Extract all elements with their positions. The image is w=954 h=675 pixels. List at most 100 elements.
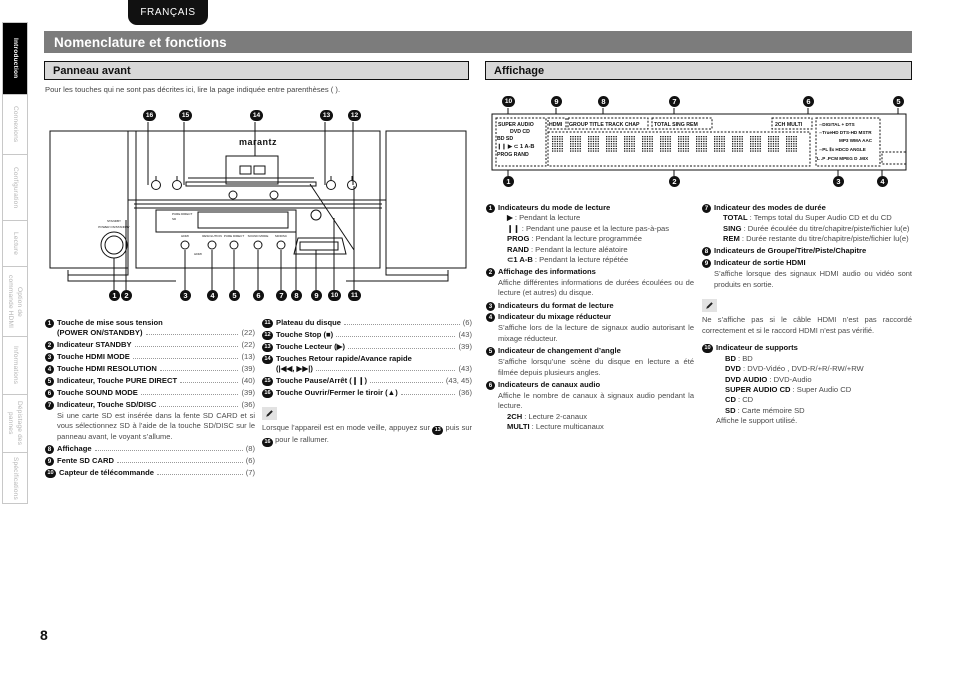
dot-leader (336, 335, 456, 337)
svg-text:HDMI: HDMI (181, 234, 189, 238)
list-item: 8 Affichage (8) (45, 444, 255, 455)
page-ref[interactable]: (22) (241, 340, 255, 350)
language-tab[interactable]: FRANÇAIS (128, 0, 208, 25)
item-label: Touche Ouvrir/Fermer le tiroir (▲) (276, 387, 398, 397)
front-callout-10: 10 (328, 290, 341, 301)
item-description: S’affiche lorsqu’une scène du disque en … (498, 356, 694, 377)
sub-key: ▶ (507, 213, 513, 223)
display-list-column-2: 7 Indicateur des modes de durée TOTAL: T… (702, 203, 912, 428)
sidebar-item-informations[interactable]: Informations (2, 336, 28, 394)
item-label: Touche de mise sous tension (57, 318, 163, 327)
svg-text:HDMI: HDMI (194, 252, 202, 256)
page-ref[interactable]: (40) (241, 376, 255, 386)
sidebar-item-lecture[interactable]: Lecture (2, 220, 28, 266)
item-number: 16 (262, 388, 273, 398)
sidebar-item-depistage-des-pannes[interactable]: Dépistage des pannes (2, 394, 28, 452)
sub-key: BD (725, 353, 736, 363)
display-callout-8: 8 (598, 96, 609, 107)
dot-leader (134, 346, 239, 348)
page-ref[interactable]: (6) (246, 456, 255, 466)
page-ref[interactable]: (43) (458, 330, 472, 340)
dot-leader (370, 382, 443, 384)
list-item: 14 Touches Retour rapide/Avance rapide (… (262, 354, 472, 375)
sub-value: : CD (737, 395, 754, 405)
pencil-icon (702, 299, 717, 313)
note-text: Lorsque l’appareil est en mode veille, a… (262, 423, 472, 448)
page-ref[interactable]: (43) (458, 364, 472, 374)
item-number: 9 (702, 259, 711, 269)
display-callout-9: 9 (551, 96, 562, 107)
sidebar-item-specifications[interactable]: Spécifications (2, 452, 28, 504)
svg-text:GROUP TITLE TRACK CHAP: GROUP TITLE TRACK CHAP (569, 122, 640, 128)
list-item: 13 Touche Lecteur (▶) (39) (262, 342, 472, 352)
front-callout-11: 11 (348, 290, 361, 301)
front-panel-list-column-1: 1 Touche de mise sous tension (POWER ON/… (45, 318, 255, 480)
note-text-c: pour le rallumer. (273, 435, 329, 445)
list-item: 3 Touche HDMI MODE (13) (45, 352, 255, 363)
page-ref[interactable]: (36) (458, 388, 472, 398)
display-panel-svg: SUPER AUDIO DVD CD BD SD ❙❙ ▶ ⊂ 1 A-B PR… (491, 108, 907, 176)
page-ref[interactable]: (7) (246, 468, 255, 478)
dot-leader (140, 393, 239, 395)
list-item: 2 Indicateur STANDBY (22) (45, 340, 255, 351)
sub-value: : Carte mémoire SD (737, 405, 805, 415)
list-item: 10 Indicateur de supports BD: BD DVD: DV… (702, 343, 912, 426)
dot-leader (343, 324, 460, 325)
svg-text:SD: SD (172, 217, 177, 221)
note-box-display: Ne s’affiche pas si le câble HDMI n’est … (702, 299, 912, 336)
intro-text: Pour les touches qui ne sont pas décrite… (45, 85, 341, 94)
page-ref[interactable]: (39) (458, 342, 472, 352)
display-list-column-1: 1 Indicateurs du mode de lecture ▶: Pend… (486, 203, 694, 434)
sub-value: : BD (737, 353, 753, 363)
svg-text:POWER ON/STANDBY: POWER ON/STANDBY (98, 225, 129, 229)
sub-key: SUPER AUDIO CD (725, 384, 791, 394)
svg-text:DVD CD: DVD CD (510, 129, 530, 135)
list-item: 1 Touche de mise sous tension (POWER ON/… (45, 318, 255, 339)
section-header-label: Panneau avant (53, 64, 131, 77)
sidebar-item-introduction[interactable]: Introduction (2, 22, 28, 94)
display-callout-2: 2 (669, 176, 680, 187)
page-ref[interactable]: (39) (241, 364, 255, 374)
list-item: 15 Touche Pause/Arrêt (❙❙) (43, 45) (262, 376, 472, 387)
sub-value: : Pendant une pause et la lecture pas-à-… (521, 223, 670, 233)
item-label: Fente SD CARD (57, 455, 114, 465)
page-ref[interactable]: (43, 45) (446, 376, 472, 386)
note-inline-number-16: 16 (262, 438, 273, 448)
list-item: 5 Indicateur, Touche PURE DIRECT (40) (45, 376, 255, 387)
sidebar-item-label: Configuration (12, 166, 19, 209)
list-item: 6 Touche SOUND MODE (39) (45, 388, 255, 398)
svg-text:STANDBY: STANDBY (107, 219, 121, 223)
item-label: Indicateur STANDBY (57, 340, 132, 350)
front-callout-2: 2 (121, 290, 132, 301)
item-label: Touche Lecteur (▶) (276, 341, 345, 351)
page-ref[interactable]: (13) (241, 352, 255, 362)
sidebar-item-option-commande-hdmi[interactable]: Option de commande HDMI (2, 266, 28, 336)
svg-text:SOUND MODE: SOUND MODE (248, 234, 269, 238)
sub-key: ❙❙ (507, 223, 520, 233)
svg-text:2CH MULTI: 2CH MULTI (775, 122, 803, 128)
sub-key: SD (725, 405, 736, 415)
note-inline-number-13: 13 (432, 426, 444, 436)
sub-key: DVD (725, 364, 742, 374)
sidebar-item-label: Spécifications (12, 456, 19, 500)
sub-key: PROG (507, 234, 530, 244)
front-callout-8: 8 (291, 290, 302, 301)
page-ref[interactable]: (6) (463, 318, 472, 328)
page-ref[interactable]: (36) (241, 400, 255, 410)
sub-key: TOTAL (723, 213, 748, 223)
page-ref[interactable]: (22) (241, 328, 255, 338)
item-number: 12 (262, 330, 273, 340)
page-ref[interactable]: (39) (241, 388, 255, 398)
page-ref[interactable]: (8) (246, 444, 255, 454)
svg-text:TOTAL SING REM: TOTAL SING REM (654, 122, 698, 128)
sidebar-item-configuration[interactable]: Configuration (2, 154, 28, 220)
list-item: 9 Indicateur de sortie HDMI S’affiche lo… (702, 258, 912, 290)
item-number: 8 (45, 445, 54, 455)
list-item: 4 Touche HDMI RESOLUTION (39) (45, 364, 255, 375)
sub-key: REM (723, 234, 740, 244)
sub-value: : Durée écoulée du titre/chapitre/piste/… (743, 223, 910, 233)
list-item: 10 Capteur de télécommande (7) (45, 468, 255, 478)
sub-value: : DVD-Vidéo , DVD-R/+R/-RW/+RW (743, 364, 864, 374)
front-callout-15: 15 (179, 110, 192, 121)
sidebar-item-connexions[interactable]: Connexions (2, 94, 28, 154)
